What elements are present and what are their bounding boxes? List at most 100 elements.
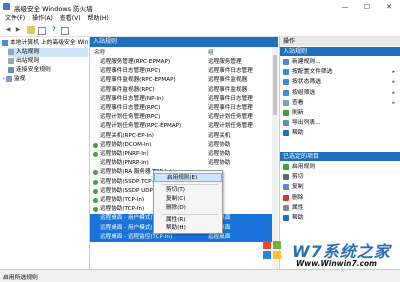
- enabled-check-icon: [93, 170, 98, 176]
- action-item[interactable]: 启用规则: [280, 162, 400, 172]
- context-separator: [162, 184, 218, 185]
- action-label: 新建规则...: [292, 59, 321, 65]
- tree-item-monitor[interactable]: › 监视: [3, 75, 26, 84]
- action-item[interactable]: 刷新: [280, 108, 400, 118]
- table-row[interactable]: 远程协助(PNRP-In) 远程协助: [90, 150, 272, 159]
- window-title: 高级安全 Windows 防火墙: [14, 5, 93, 13]
- close-button[interactable]: ✕: [378, 0, 400, 14]
- submenu-arrow-icon: ▸: [392, 69, 395, 76]
- vertical-scrollbar[interactable]: [272, 47, 278, 269]
- context-help[interactable]: 帮助(H): [154, 224, 222, 233]
- rule-group: 远程协助: [208, 141, 231, 148]
- action-item[interactable]: 按组筛选 ▸: [280, 88, 400, 98]
- action-label: 复制: [292, 184, 304, 191]
- disabled-rule-icon: [93, 124, 98, 129]
- rule-name: 远程协助(PNRP-In): [100, 151, 149, 157]
- table-row[interactable]: 远程事件监视器(RPC) 远程事件监视器: [90, 86, 272, 95]
- action-item[interactable]: 属性: [280, 203, 400, 213]
- filter-icon: [283, 79, 289, 86]
- action-item[interactable]: 新建规则...: [280, 57, 400, 67]
- title-bar: 高级安全 Windows 防火墙 — ☐ ✕: [0, 0, 400, 15]
- action-item[interactable]: 帮助: [280, 213, 400, 223]
- table-row[interactable]: 远程事件日志管理(RPC) 远程事件日志管理: [90, 104, 272, 113]
- disabled-rule-icon: [93, 78, 98, 83]
- disabled-rule-icon: [93, 97, 98, 102]
- disabled-rule-icon: [93, 216, 98, 221]
- tree-item-connection-security[interactable]: 连接安全规则: [8, 66, 51, 75]
- back-icon[interactable]: ◀: [4, 26, 12, 34]
- watermark-url: Www.Winwin7.com: [296, 259, 378, 268]
- action-item[interactable]: 删除: [280, 193, 400, 203]
- rule-group: 远程服务管理: [208, 59, 242, 65]
- rule-group: 远程协助: [208, 160, 231, 167]
- disabled-rule-icon: [93, 60, 98, 65]
- show-hide-icon[interactable]: [38, 27, 46, 35]
- inbound-rules-icon: [8, 48, 14, 55]
- table-row[interactable]: 远程桌面 - 远程监控(TCP-In) 远程桌面: [90, 232, 272, 242]
- up-folder-icon[interactable]: [27, 26, 35, 34]
- menu-action[interactable]: 操作(A): [32, 14, 53, 24]
- action-label: 按配置文件筛选: [292, 69, 333, 76]
- table-row[interactable]: 远程协助(PNRP-In) 远程协助: [90, 159, 272, 168]
- rule-name: 远程服务管理(RPC-EPMAP): [100, 59, 171, 65]
- forward-icon[interactable]: ▶: [14, 26, 22, 34]
- context-enable-rule[interactable]: 启用规则(E): [154, 173, 222, 182]
- help-icon: [283, 130, 289, 137]
- tree-root[interactable]: 本地计算机 上的高级安全 Win: [2, 39, 88, 48]
- rule-group: 远程计划任务管理: [208, 123, 253, 130]
- table-row[interactable]: 远程事件监视器(RPC-EPMAP) 远程事件监视器: [90, 76, 272, 85]
- actions-section-inbound[interactable]: 入站规则: [280, 47, 400, 56]
- minimize-button[interactable]: —: [334, 0, 356, 14]
- connection-security-icon: [8, 66, 14, 73]
- rule-name: 远程事件监视器(RPC): [100, 86, 155, 93]
- table-row[interactable]: 远程事件日志管理(RPC) 远程事件日志管理: [90, 67, 272, 76]
- properties-icon[interactable]: [61, 27, 69, 35]
- maximize-button[interactable]: ☐: [356, 0, 378, 14]
- tree-item-outbound-rules[interactable]: 出站规则: [8, 57, 39, 66]
- menu-file[interactable]: 文件(F): [5, 14, 25, 24]
- table-row[interactable]: 远程服务管理(RPC-EPMAP) 远程服务管理: [90, 58, 272, 67]
- status-text: 启用所选规则: [3, 275, 38, 281]
- context-cut[interactable]: 剪切(T): [154, 186, 222, 195]
- rule-group: 远程事件监视器: [208, 86, 248, 93]
- column-header-group[interactable]: 组: [208, 49, 214, 57]
- context-delete[interactable]: 删除(D): [154, 204, 222, 213]
- submenu-arrow-icon: ▸: [392, 89, 395, 96]
- table-row[interactable]: 远程关机(RPC-EP-In) 远程关机: [90, 132, 272, 141]
- table-row[interactable]: 远程计划任务管理(RPC) 远程计划任务管理: [90, 113, 272, 122]
- column-header-name[interactable]: 名称: [94, 49, 106, 57]
- action-item[interactable]: 帮助: [280, 128, 400, 138]
- action-label: 帮助: [292, 215, 304, 221]
- rule-name: 远程事件监视器(RPC-EPMAP): [100, 77, 176, 84]
- action-item[interactable]: 按状态筛选 ▸: [280, 77, 400, 87]
- actions-section-selected[interactable]: 已选定的项目: [280, 152, 400, 161]
- help-icon: [283, 215, 289, 221]
- help-icon[interactable]: ?: [50, 26, 58, 34]
- table-row[interactable]: 远程事件日志管理(NP-In) 远程事件日志管理: [90, 95, 272, 104]
- expand-arrow-icon[interactable]: ›: [3, 76, 5, 82]
- scrollbar-thumb[interactable]: [273, 55, 277, 115]
- action-item[interactable]: 剪切: [280, 172, 400, 182]
- rule-group: 远程协助: [208, 151, 231, 157]
- disabled-rule-icon: [93, 106, 98, 111]
- action-item[interactable]: 导出列表...: [280, 118, 400, 128]
- action-item[interactable]: 查看 ▸: [280, 98, 400, 108]
- menu-help[interactable]: 帮助(H): [88, 14, 109, 24]
- enabled-check-icon: [93, 152, 98, 157]
- action-item[interactable]: 复制: [280, 182, 400, 192]
- action-label: 按组筛选: [292, 89, 316, 96]
- windows-logo-icon: [263, 241, 281, 259]
- table-row[interactable]: 远程计划任务管理(RPC-EPMAP) 远程计划任务管理: [90, 122, 272, 131]
- navigation-tree: 本地计算机 上的高级安全 Win 入站规则 出站规则 连接安全规则 › 监视: [0, 37, 90, 269]
- action-item[interactable]: 按配置文件筛选 ▸: [280, 67, 400, 77]
- tree-item-inbound-rules[interactable]: 入站规则: [8, 48, 88, 57]
- export-icon: [283, 120, 289, 127]
- toolbar: ◀ ▶ ?: [0, 24, 400, 37]
- context-copy[interactable]: 复制(C): [154, 195, 222, 204]
- table-row[interactable]: 远程协助(DCOM-In) 远程协助: [90, 141, 272, 150]
- filter-icon: [283, 89, 289, 96]
- copy-icon: [283, 184, 289, 191]
- action-label: 删除: [292, 194, 304, 201]
- disabled-rule-icon: [93, 88, 98, 93]
- menu-view[interactable]: 查看(V): [60, 14, 81, 24]
